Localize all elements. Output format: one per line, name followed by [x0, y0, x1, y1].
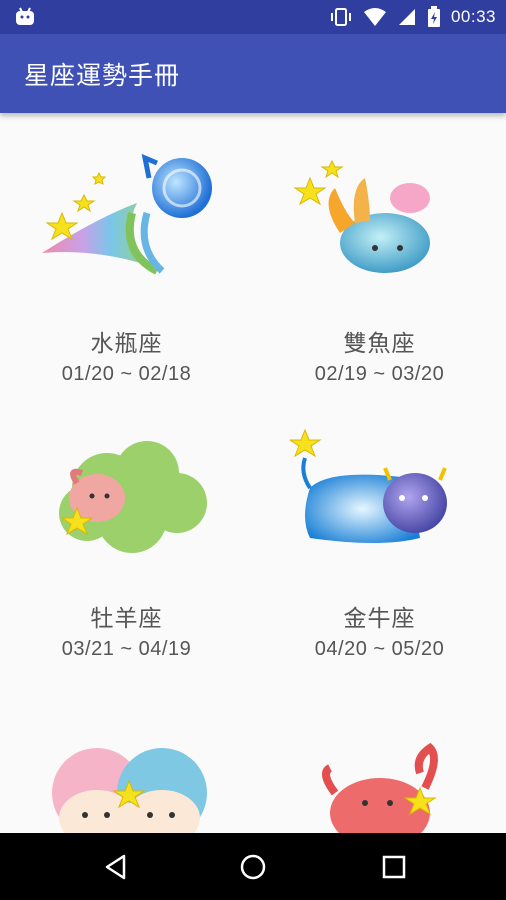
sign-card-gemini[interactable] — [0, 663, 253, 833]
sign-name: 雙魚座 — [343, 331, 416, 357]
status-time: 00:33 — [450, 7, 496, 26]
sign-dates: 03/21 ~ 04/19 — [61, 638, 192, 660]
vibrate-icon — [330, 8, 351, 26]
status-bar: 00:33 — [0, 0, 506, 34]
back-icon[interactable] — [100, 851, 132, 883]
sign-dates: 02/19 ~ 03/20 — [314, 363, 445, 385]
battery-icon — [427, 6, 440, 27]
signal-icon — [398, 9, 415, 25]
aquarius-icon — [42, 153, 212, 275]
sign-card-taurus[interactable]: 金牛座 04/20 ~ 05/20 — [253, 388, 506, 663]
navigation-bar — [0, 833, 506, 900]
home-icon[interactable] — [237, 851, 269, 883]
wifi-icon — [363, 8, 386, 26]
sign-dates: 01/20 ~ 02/18 — [61, 363, 192, 385]
gemini-icon — [52, 748, 207, 833]
sign-grid[interactable]: 水瓶座 01/20 ~ 02/18 雙魚座 02/19 ~ 03/20 牡羊座 … — [0, 113, 506, 833]
sign-card-aquarius[interactable]: 水瓶座 01/20 ~ 02/18 — [0, 113, 253, 388]
taurus-icon — [290, 428, 447, 543]
app-bar: 星座運勢手冊 — [0, 34, 506, 113]
sign-name: 金牛座 — [343, 606, 416, 632]
sign-card-aries[interactable]: 牡羊座 03/21 ~ 04/19 — [0, 388, 253, 663]
pisces-icon — [293, 159, 430, 273]
sign-name: 水瓶座 — [90, 331, 163, 357]
android-icon — [16, 7, 34, 25]
recents-icon[interactable] — [378, 851, 410, 883]
aries-icon — [59, 441, 207, 553]
sign-card-cancer[interactable] — [253, 663, 506, 833]
page-title: 星座運勢手冊 — [24, 61, 181, 90]
cancer-icon — [322, 742, 438, 833]
sign-dates: 04/20 ~ 05/20 — [314, 638, 445, 660]
sign-card-pisces[interactable]: 雙魚座 02/19 ~ 03/20 — [253, 113, 506, 388]
sign-name: 牡羊座 — [90, 606, 163, 632]
